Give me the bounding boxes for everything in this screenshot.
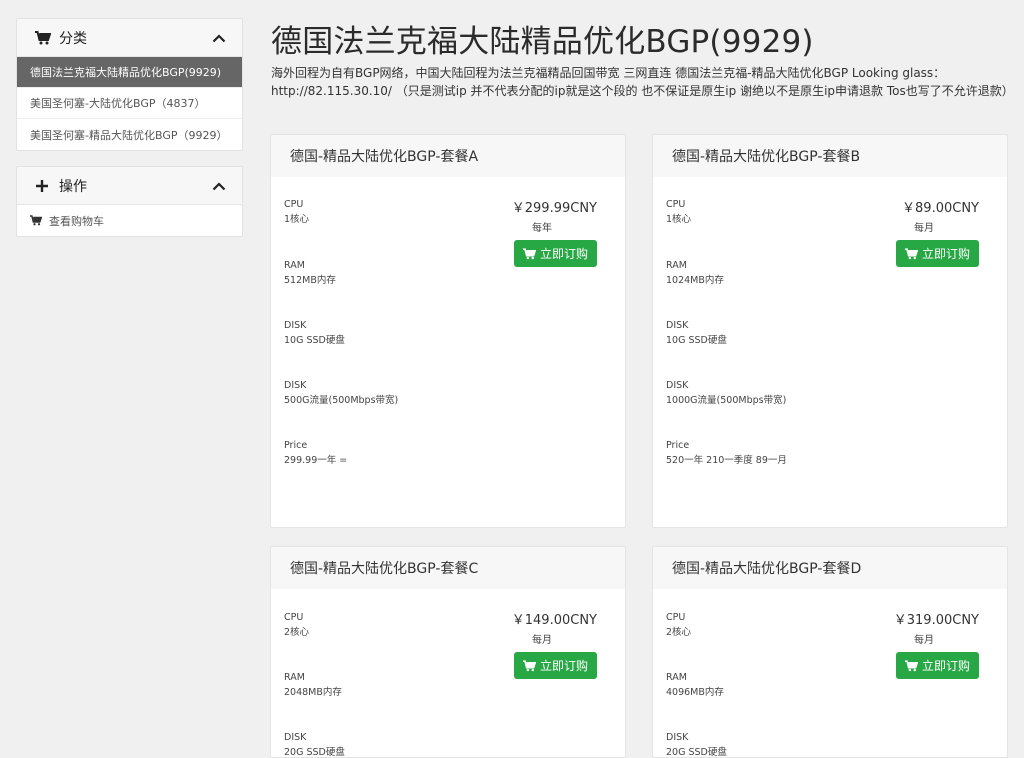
- spec-item: DISK 10G SSD硬盘: [666, 320, 727, 346]
- product-price: ￥319.00CNY: [893, 613, 979, 628]
- billing-cycle: 每年: [532, 223, 552, 234]
- billing-cycle: 每月: [532, 635, 552, 646]
- cart-icon: [904, 659, 918, 672]
- cart-icon: [30, 215, 42, 226]
- spec-item: DISK 10G SSD硬盘: [284, 320, 345, 346]
- price-box: ￥149.00CNY 每月 立即订购: [487, 609, 597, 679]
- spec-item: RAM 512MB内存: [284, 260, 336, 286]
- spec-item: CPU 1核心: [284, 199, 310, 225]
- spec-item: Price 520一年 210一季度 89一月: [666, 440, 787, 466]
- spec-item: RAM 1024MB内存: [666, 260, 724, 286]
- spec-item: CPU 2核心: [284, 612, 310, 638]
- page-title: 德国法兰克福大陆精品优化BGP(9929): [271, 24, 814, 60]
- price-box: ￥319.00CNY 每月 立即订购: [869, 609, 979, 679]
- order-now-button[interactable]: 立即订购: [514, 652, 597, 679]
- order-now-button[interactable]: 立即订购: [896, 652, 979, 679]
- chevron-up-icon[interactable]: [212, 33, 226, 43]
- cart-icon: [522, 659, 536, 672]
- billing-cycle: 每月: [914, 223, 934, 234]
- product-name: 德国-精品大陆优化BGP-套餐D: [653, 547, 1007, 589]
- product-name: 德国-精品大陆优化BGP-套餐A: [271, 135, 625, 177]
- spec-item: CPU 1核心: [666, 199, 692, 225]
- actions-panel: 操作 查看购物车: [16, 166, 243, 237]
- order-now-button[interactable]: 立即订购: [514, 240, 597, 267]
- actions-panel-header[interactable]: 操作: [17, 167, 242, 205]
- spec-item: DISK 20G SSD硬盘: [666, 732, 727, 758]
- spec-item: DISK 1000G流量(500Mbps带宽): [666, 380, 787, 406]
- order-now-label: 立即订购: [539, 247, 588, 261]
- product-price: ￥149.00CNY: [511, 613, 597, 628]
- product-card: 德国-精品大陆优化BGP-套餐D CPU 2核心 RAM 4096MB内存 DISK…: [652, 546, 1008, 758]
- categories-panel-header[interactable]: 分类: [17, 19, 242, 57]
- spec-item: Price 299.99一年 =: [284, 440, 348, 466]
- sidebar-item-sanjose-bgp-9929[interactable]: 美国圣何塞-精品大陆优化BGP（9929）: [17, 119, 242, 150]
- spec-item: DISK 20G SSD硬盘: [284, 732, 345, 758]
- product-card: 德国-精品大陆优化BGP-套餐A CPU 1核心 RAM 512MB内存 DISK 1…: [270, 134, 626, 528]
- cart-icon: [904, 247, 918, 260]
- cart-icon: [35, 30, 51, 45]
- actions-panel-title: 操作: [59, 178, 87, 195]
- price-box: ￥299.99CNY 每年 立即订购: [487, 197, 597, 267]
- product-card: 德国-精品大陆优化BGP-套餐B CPU 1核心 RAM 1024MB内存 DISK…: [652, 134, 1008, 528]
- plus-icon: [35, 179, 51, 193]
- billing-cycle: 每月: [914, 635, 934, 646]
- order-now-label: 立即订购: [539, 659, 588, 673]
- product-card: 德国-精品大陆优化BGP-套餐C CPU 2核心 RAM 2048MB内存 DISK…: [270, 546, 626, 758]
- product-name: 德国-精品大陆优化BGP-套餐B: [653, 135, 1007, 177]
- spec-item: RAM 4096MB内存: [666, 672, 724, 698]
- price-box: ￥89.00CNY 每月 立即订购: [869, 197, 979, 267]
- spec-item: CPU 2核心: [666, 612, 692, 638]
- view-cart-link[interactable]: 查看购物车: [17, 205, 242, 236]
- order-now-button[interactable]: 立即订购: [896, 240, 979, 267]
- order-now-label: 立即订购: [921, 659, 970, 673]
- product-price: ￥299.99CNY: [511, 201, 597, 216]
- cart-icon: [522, 247, 536, 260]
- spec-item: DISK 500G流量(500Mbps带宽): [284, 380, 399, 406]
- spec-item: RAM 2048MB内存: [284, 672, 342, 698]
- product-name: 德国-精品大陆优化BGP-套餐C: [271, 547, 625, 589]
- product-price: ￥89.00CNY: [902, 201, 979, 216]
- view-cart-label: 查看购物车: [49, 214, 104, 228]
- categories-panel: 分类 德国法兰克福大陆精品优化BGP(9929) 美国圣何塞-大陆优化BGP（4…: [16, 18, 243, 151]
- categories-panel-title: 分类: [59, 30, 87, 47]
- sidebar-item-sanjose-bgp-4837[interactable]: 美国圣何塞-大陆优化BGP（4837）: [17, 88, 242, 119]
- sidebar-item-frankfurt-bgp-9929[interactable]: 德国法兰克福大陆精品优化BGP(9929): [17, 57, 242, 88]
- chevron-up-icon[interactable]: [212, 181, 226, 191]
- order-now-label: 立即订购: [921, 247, 970, 261]
- page-description: 海外回程为自有BGP网络，中国大陆回程为法兰克福精品回国带宽 三网直连 德国法兰…: [271, 66, 1014, 98]
